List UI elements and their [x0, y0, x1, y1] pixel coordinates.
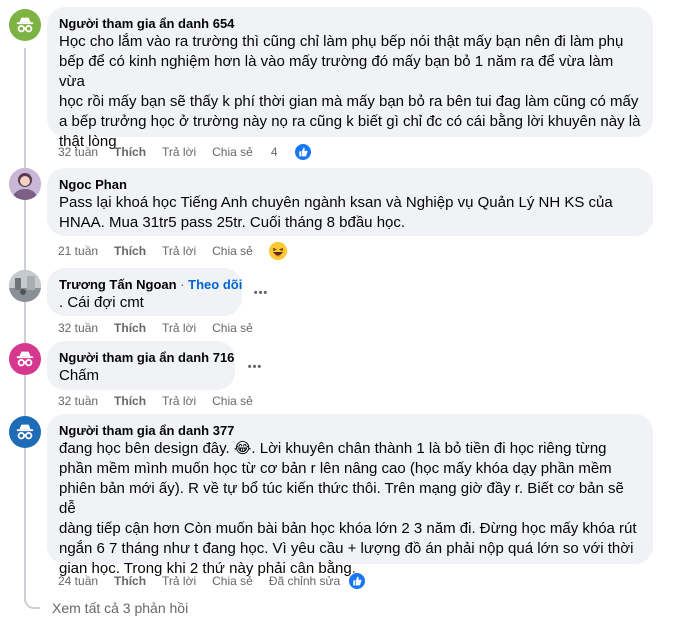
anonymous-avatar[interactable]: [9, 343, 41, 375]
incognito-icon: [16, 17, 34, 33]
reply-button[interactable]: Trả lời: [162, 574, 196, 588]
comment-line: phần mềm mình muốn học từ cơ bản r lên n…: [59, 460, 612, 477]
like-button[interactable]: Thích: [114, 145, 146, 159]
comment-time[interactable]: 32 tuần: [58, 394, 98, 408]
like-reaction-icon: [293, 143, 312, 161]
comment-line: đang học bên design đây. 😂. Lời khuyên c…: [59, 440, 607, 457]
like-button[interactable]: Thích: [114, 574, 146, 588]
name-separator: ·: [176, 277, 189, 292]
follow-button[interactable]: Theo dõi: [188, 277, 242, 292]
comment-line: ngắn 6 7 tháng như t đang học. Vì yêu cầ…: [59, 540, 634, 557]
comment-time[interactable]: 24 tuần: [58, 574, 98, 588]
comment-text: đang học bên design đây. 😂. Lời khuyên c…: [59, 439, 641, 579]
reaction-count: 4: [270, 145, 278, 159]
comment-actions: 32 tuần Thích Trả lời Chia sẻ: [58, 321, 269, 335]
see-all-replies-link[interactable]: Xem tất cả 3 phản hồi: [52, 600, 188, 616]
anonymous-avatar[interactable]: [9, 416, 41, 448]
comment-bubble: Người tham gia ẩn danh 654 Học cho lắm v…: [47, 7, 653, 150]
comment-time[interactable]: 32 tuần: [58, 321, 98, 335]
comment-author: Trương Tấn Ngoan · Theo dõi: [59, 276, 242, 293]
comment-actions: 32 tuần Thích Trả lời Chia sẻ: [58, 394, 269, 408]
comment-author[interactable]: Người tham gia ẩn danh 654: [59, 15, 641, 32]
comment-bubble: Trương Tấn Ngoan · Theo dõi . Cái đợi cm…: [47, 268, 242, 316]
reaction-summary[interactable]: [268, 242, 303, 260]
share-button[interactable]: Chia sẻ: [212, 321, 253, 335]
comment-time[interactable]: 21 tuần: [58, 244, 98, 258]
comment-line: Pass lại khoá học Tiếng Anh chuyên ngành…: [59, 194, 613, 211]
comment-actions: 32 tuần Thích Trả lời Chia sẻ 4: [58, 143, 344, 161]
like-button[interactable]: Thích: [114, 394, 146, 408]
profile-photo-icon: [9, 168, 41, 200]
comment-text: Học cho lắm vào ra trường thì cũng chỉ l…: [59, 32, 641, 152]
comment-line: dàng tiếp cận hơn Còn muốn bài bản học k…: [59, 520, 637, 537]
like-button[interactable]: Thích: [114, 321, 146, 335]
comment-line: bếp để có kinh nghiệm hơn là vào mấy trư…: [59, 53, 614, 90]
avatar[interactable]: [9, 168, 41, 200]
comment-line: Học cho lắm vào ra trường thì cũng chỉ l…: [59, 33, 624, 50]
reaction-summary[interactable]: [348, 572, 382, 590]
reply-button[interactable]: Trả lời: [162, 244, 196, 258]
profile-photo-icon: [9, 270, 41, 302]
avatar[interactable]: [9, 270, 41, 302]
comment-line: a bếp trưởng học ở trường này nọ ra cũng…: [59, 113, 641, 130]
share-button[interactable]: Chia sẻ: [212, 574, 253, 588]
more-options-button[interactable]: •••: [249, 281, 273, 305]
reply-button[interactable]: Trả lời: [162, 321, 196, 335]
comment-bubble: Ngoc Phan Pass lại khoá học Tiếng Anh ch…: [47, 168, 653, 236]
comment-actions: 24 tuần Thích Trả lời Chia sẻ Đã chỉnh s…: [58, 572, 398, 590]
thread-connector-line: [24, 48, 26, 598]
comment-bubble: Người tham gia ẩn danh 377 đang học bên …: [47, 414, 653, 577]
anonymous-avatar[interactable]: [9, 9, 41, 41]
reply-button[interactable]: Trả lời: [162, 394, 196, 408]
incognito-icon: [16, 424, 34, 440]
haha-reaction-icon: [268, 242, 287, 260]
comment-bubble: Người tham gia ẩn danh 716 Chấm: [47, 341, 235, 390]
share-button[interactable]: Chia sẻ: [212, 145, 253, 159]
comment-actions: 21 tuần Thích Trả lời Chia sẻ: [58, 242, 319, 260]
comment-time[interactable]: 32 tuần: [58, 145, 98, 159]
thread-connector-curve: [24, 597, 40, 609]
comment-author[interactable]: Người tham gia ẩn danh 377: [59, 422, 641, 439]
more-options-button[interactable]: •••: [243, 355, 267, 379]
like-button[interactable]: Thích: [114, 244, 146, 258]
comment-text: . Cái đợi cmt: [59, 294, 144, 311]
share-button[interactable]: Chia sẻ: [212, 394, 253, 408]
comment-text: Chấm: [59, 367, 100, 384]
comment-line: HNAA. Mua 31tr5 pass 25tr. Cuối tháng 8 …: [59, 214, 406, 231]
comment-line: học rồi mấy bạn sẽ thấy k phí thời gian …: [59, 93, 639, 110]
comment-text: Pass lại khoá học Tiếng Anh chuyên ngành…: [59, 193, 641, 233]
share-button[interactable]: Chia sẻ: [212, 244, 253, 258]
comment-line: phiên bản mới ấy). R về tự bổ túc kiến t…: [59, 480, 624, 517]
comment-author[interactable]: Người tham gia ẩn danh 716: [59, 349, 234, 366]
like-reaction-icon: [348, 572, 367, 590]
author-name[interactable]: Trương Tấn Ngoan: [59, 277, 177, 292]
reaction-summary[interactable]: 4: [271, 143, 328, 161]
edited-label[interactable]: Đã chỉnh sửa: [269, 574, 340, 588]
reply-button[interactable]: Trả lời: [162, 145, 196, 159]
incognito-icon: [16, 351, 34, 367]
comment-author[interactable]: Ngoc Phan: [59, 176, 641, 193]
